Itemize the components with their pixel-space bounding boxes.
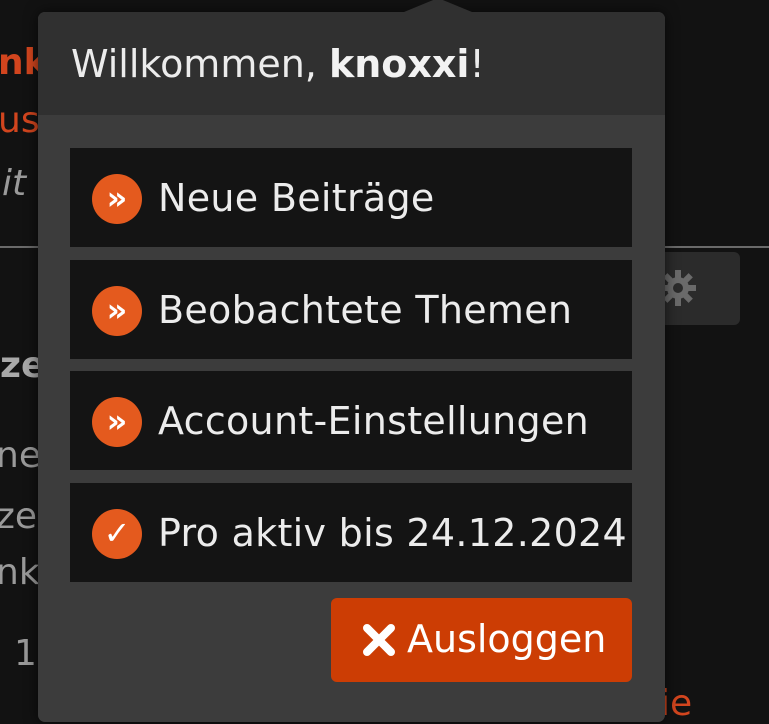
close-icon xyxy=(363,624,395,656)
menu-item-label: Pro aktiv bis 24.12.2024 xyxy=(158,511,628,555)
welcome-prefix: Willkommen, xyxy=(71,42,329,86)
menu-item-label: Beobachtete Themen xyxy=(158,288,573,332)
background-text: ne xyxy=(0,435,41,476)
double-chevron-icon: » xyxy=(92,397,142,447)
background-text: ze xyxy=(0,496,38,537)
double-chevron-icon: » xyxy=(92,174,142,224)
popup-header: Willkommen, knoxxi! xyxy=(38,12,665,115)
menu-item-watched-threads[interactable]: » Beobachtete Themen xyxy=(70,260,632,359)
double-chevron-icon: » xyxy=(92,286,142,336)
username: knoxxi xyxy=(328,42,470,86)
menu-item-pro-status[interactable]: ✓ Pro aktiv bis 24.12.2024 xyxy=(70,483,632,582)
welcome-suffix: ! xyxy=(469,42,485,86)
welcome-message: Willkommen, knoxxi! xyxy=(71,41,485,87)
background-text: nk xyxy=(0,552,40,593)
menu-item-account-settings[interactable]: » Account-Einstellungen xyxy=(70,371,632,470)
logout-label: Ausloggen xyxy=(407,617,607,661)
menu-item-new-posts[interactable]: » Neue Beiträge xyxy=(70,148,632,247)
background-text: us xyxy=(0,100,40,141)
popup-pointer xyxy=(404,0,472,12)
checkmark-icon: ✓ xyxy=(92,509,142,559)
menu-item-label: Account-Einstellungen xyxy=(158,399,590,443)
background-text: it xyxy=(2,163,27,204)
logout-button[interactable]: Ausloggen xyxy=(331,598,632,682)
user-menu-popup: Willkommen, knoxxi! » Neue Beiträge » Be… xyxy=(38,0,665,722)
menu-item-label: Neue Beiträge xyxy=(158,176,435,220)
